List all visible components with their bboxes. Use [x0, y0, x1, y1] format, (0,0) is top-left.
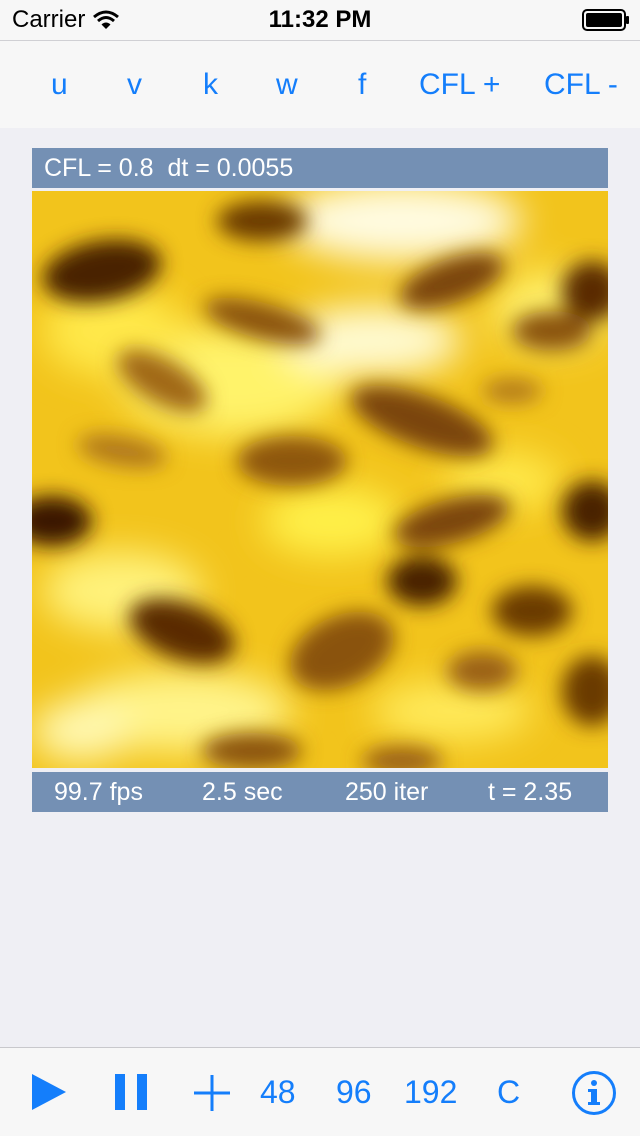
status-bar: Carrier 11:32 PM: [0, 0, 640, 40]
battery-icon: [582, 9, 629, 31]
elapsed-seconds-readout: 2.5 sec: [202, 778, 283, 806]
simulation-canvas[interactable]: [32, 191, 608, 768]
pause-icon[interactable]: [113, 1072, 149, 1112]
clear-button[interactable]: C: [497, 1072, 520, 1112]
cfl-dt-readout: CFL = 0.8 dt = 0.0055: [44, 154, 294, 182]
v-field-button[interactable]: v: [127, 67, 142, 103]
cfl-decrease-button[interactable]: CFL -: [544, 67, 618, 103]
sim-parameters-bar: CFL = 0.8 dt = 0.0055: [32, 148, 608, 188]
info-icon[interactable]: [571, 1070, 617, 1116]
f-field-button[interactable]: f: [358, 67, 366, 103]
grid-96-button[interactable]: 96: [336, 1072, 372, 1112]
iteration-count-readout: 250 iter: [345, 778, 429, 806]
field-toolbar: u v k w f CFL + CFL -: [0, 40, 640, 128]
plus-icon[interactable]: [193, 1074, 231, 1112]
play-icon[interactable]: [30, 1072, 68, 1112]
grid-48-button[interactable]: 48: [260, 1072, 296, 1112]
control-toolbar: 48 96 192 C: [0, 1047, 640, 1136]
cfl-increase-button[interactable]: CFL +: [419, 67, 500, 103]
k-field-button[interactable]: k: [203, 67, 218, 103]
w-field-button[interactable]: w: [276, 67, 298, 103]
sim-time-readout: t = 2.35: [488, 778, 573, 806]
clock: 11:32 PM: [268, 6, 372, 33]
grid-192-button[interactable]: 192: [404, 1072, 457, 1112]
sim-stats-bar: 99.7 fps 2.5 sec 250 iter t = 2.35: [32, 772, 608, 812]
u-field-button[interactable]: u: [51, 67, 68, 103]
flow-field-image: [32, 191, 608, 768]
fps-readout: 99.7 fps: [54, 778, 143, 806]
